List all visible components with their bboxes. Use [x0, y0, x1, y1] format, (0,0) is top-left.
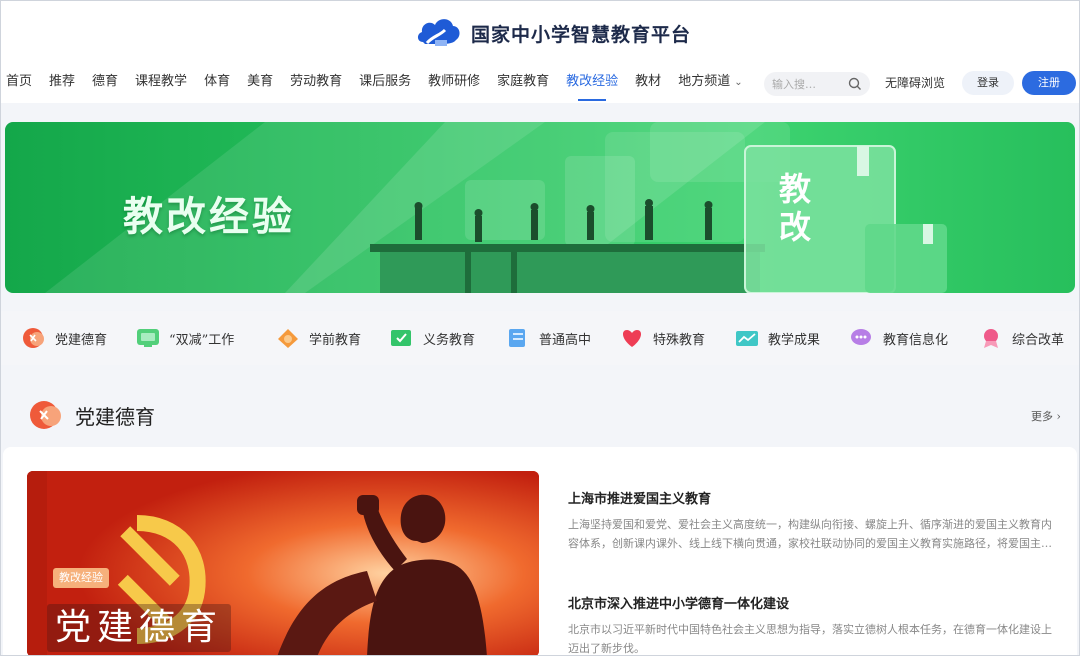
- category-label: 义务教育: [423, 332, 476, 348]
- feature-caption: 党建德育: [47, 604, 232, 652]
- news-item[interactable]: 北京市深入推进中小学德育一体化建设 北京市以习近平新时代中国特色社会主义思想为指…: [568, 593, 1058, 655]
- nav-item-textbooks[interactable]: 教材: [635, 63, 661, 103]
- news-title[interactable]: 北京市深入推进中小学德育一体化建设: [568, 593, 1058, 612]
- more-label: 更多: [1031, 410, 1053, 423]
- nav-item-family[interactable]: 家庭教育: [497, 63, 549, 103]
- nav-item-after-school[interactable]: 课后服务: [359, 63, 411, 103]
- news-summary: 上海坚持爱国和爱党、爱社会主义高度统一，构建纵向衔接、螺旋上升、循序渐进的爱国主…: [568, 518, 1052, 550]
- more-link[interactable]: 更多 ›: [1031, 408, 1061, 424]
- category-label: 特殊教育: [653, 332, 706, 348]
- accessibility-link[interactable]: 无障碍浏览: [885, 74, 945, 91]
- nav-item-teacher-training[interactable]: 教师研修: [428, 63, 480, 103]
- nav-item-pe[interactable]: 体育: [204, 63, 230, 103]
- monitor-icon: [137, 329, 159, 347]
- page-frame: 国家中小学智慧教育平台 首页 推荐 德育 课程教学 体育 美育 劳动教育 课后服…: [0, 0, 1080, 656]
- heart-icon: [622, 330, 642, 347]
- medal-icon: [984, 329, 998, 348]
- site-logo[interactable]: 国家中小学智慧教育平台: [415, 13, 691, 53]
- category-label: 党建德育: [55, 332, 108, 348]
- category-high-school[interactable]: 普通高中: [505, 327, 591, 349]
- header: 国家中小学智慧教育平台 首页 推荐 德育 课程教学 体育 美育 劳动教育 课后服…: [1, 1, 1079, 103]
- login-button[interactable]: 登录: [962, 71, 1014, 95]
- nav-item-labor[interactable]: 劳动教育: [290, 63, 342, 103]
- category-preschool[interactable]: 学前教育: [275, 327, 361, 349]
- main-nav: 首页 推荐 德育 课程教学 体育 美育 劳动教育 课后服务 教师研修 家庭教育 …: [1, 63, 760, 103]
- chevron-down-icon: ⌄: [734, 77, 743, 88]
- category-party-moral[interactable]: 党建德育: [21, 327, 107, 349]
- category-comprehensive-reform[interactable]: 综合改革: [978, 327, 1064, 349]
- news-title[interactable]: 上海市推进爱国主义教育: [568, 488, 1058, 507]
- nav-item-arts[interactable]: 美育: [247, 63, 273, 103]
- category-label: “双减”工作: [169, 332, 235, 348]
- register-button[interactable]: 注册: [1022, 71, 1076, 95]
- nav-item-courses[interactable]: 课程教学: [135, 63, 187, 103]
- feature-tag: 教改经验: [53, 568, 109, 588]
- section-header: 党建德育: [29, 399, 155, 431]
- banner-title: 教改经验: [123, 193, 295, 240]
- news-item[interactable]: 上海市推进爱国主义教育 上海坚持爱国和爱党、爱社会主义高度统一，构建纵向衔接、螺…: [568, 488, 1058, 553]
- category-edu-informatization[interactable]: 教育信息化: [849, 327, 948, 349]
- nav-item-local[interactable]: 地方频道 ⌄: [678, 63, 742, 103]
- category-label: 普通高中: [539, 332, 592, 348]
- chevron-right-icon: ›: [1056, 410, 1061, 423]
- chart-icon: [736, 331, 758, 346]
- nav-item-local-label: 地方频道: [678, 74, 731, 89]
- category-label: 综合改革: [1012, 332, 1065, 348]
- search-icon[interactable]: [848, 77, 862, 91]
- search-input[interactable]: [772, 77, 848, 91]
- hero-banner: 教改经验 教改: [5, 122, 1075, 293]
- book-check-icon: [391, 330, 411, 346]
- nav-item-reform[interactable]: 教改经验: [566, 63, 618, 103]
- document-icon: [509, 329, 525, 347]
- site-title: 国家中小学智慧教育平台: [471, 23, 692, 46]
- nav-item-moral[interactable]: 德育: [92, 63, 118, 103]
- category-compulsory[interactable]: 义务教育: [389, 327, 475, 349]
- party-emblem-icon: [30, 401, 61, 429]
- nav-item-recommend[interactable]: 推荐: [49, 63, 75, 103]
- category-label: 教学成果: [768, 332, 821, 348]
- category-special-education[interactable]: 特殊教育: [619, 327, 705, 349]
- nav-item-home[interactable]: 首页: [6, 63, 32, 103]
- news-summary: 北京市以习近平新时代中国特色社会主义思想为指导，落实立德树人根本任务，在德育一体…: [568, 623, 1052, 655]
- chat-icon: [851, 329, 871, 345]
- banner-book-text: 教改: [778, 170, 811, 246]
- category-bar: 党建德育 “双减”工作 学前教育 义务教育 普通高中 特殊教育 教学成果 教育信…: [1, 311, 1079, 365]
- category-teaching-results[interactable]: 教学成果: [734, 327, 820, 349]
- search-box: [764, 72, 870, 96]
- party-emblem-icon: [23, 328, 44, 348]
- category-double-reduction[interactable]: “双减”工作: [135, 327, 234, 349]
- section-title: 党建德育: [75, 404, 155, 429]
- category-label: 学前教育: [309, 332, 362, 348]
- bell-icon: [278, 329, 298, 348]
- category-label: 教育信息化: [883, 332, 949, 348]
- cloud-logo-icon: [417, 19, 460, 46]
